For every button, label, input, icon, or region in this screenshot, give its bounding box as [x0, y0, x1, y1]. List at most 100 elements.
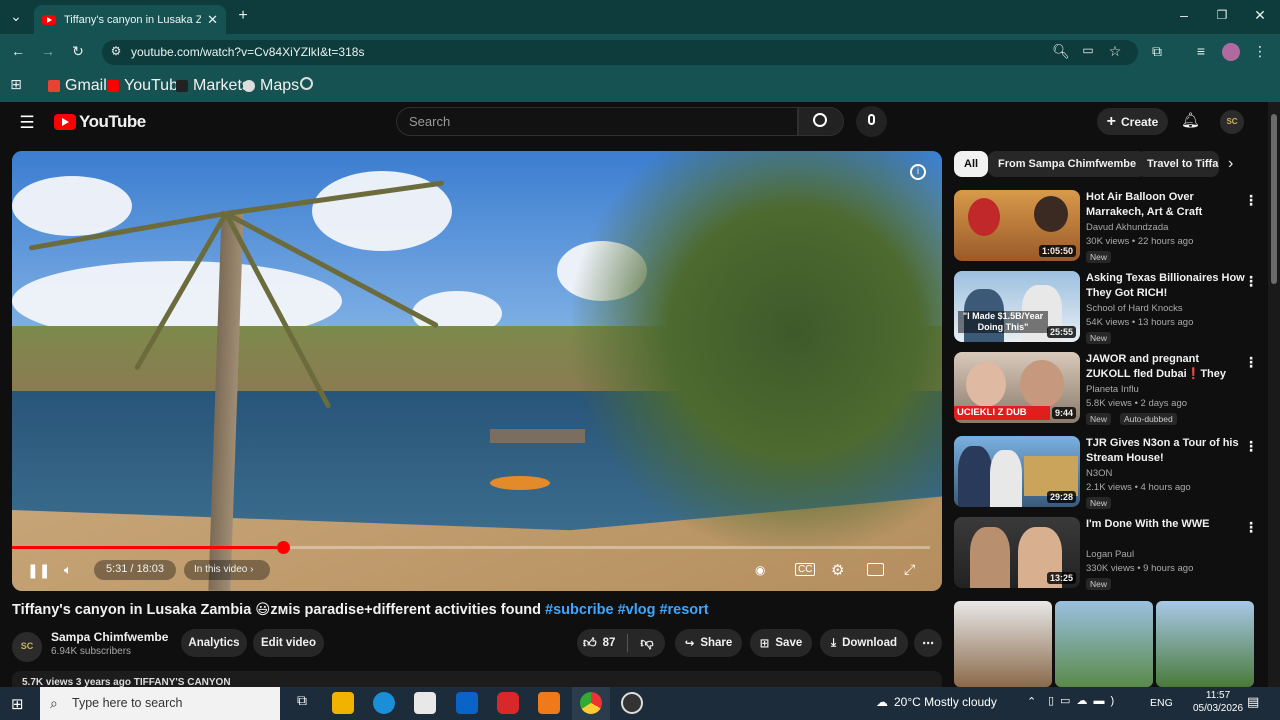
media-icon[interactable]: ≡	[1191, 43, 1211, 59]
video-thumbnail[interactable]: "I Made $1.5B/Year Doing This" 25:55	[954, 271, 1080, 342]
shorts-thumbnail[interactable]	[1055, 601, 1153, 687]
rec-channel[interactable]: School of Hard Knocks	[1086, 303, 1183, 314]
video-thumbnail[interactable]: 1:05:50	[954, 190, 1080, 261]
theater-mode-icon[interactable]	[867, 563, 884, 576]
vlc-icon[interactable]	[538, 692, 560, 714]
maximize-icon[interactable]: ❐	[1212, 8, 1232, 22]
menu-dots-icon[interactable]: ⋮	[1250, 43, 1270, 60]
rec-channel[interactable]: N3ON	[1086, 468, 1112, 479]
create-button[interactable]: + Create	[1097, 108, 1168, 135]
bookmark-star-icon[interactable]: ☆	[1105, 43, 1125, 60]
video-thumbnail[interactable]: 13:25	[954, 517, 1080, 588]
back-icon[interactable]: ←	[8, 43, 28, 59]
edit-video-button[interactable]: Edit video	[253, 629, 324, 657]
rec-menu-icon[interactable]: ⋮	[1244, 273, 1258, 290]
like-icon[interactable]: 👍︎	[583, 635, 597, 651]
recommendation-item[interactable]: 29:28 TJR Gives N3on a Tour of his Strea…	[954, 436, 1258, 512]
page-scrollbar[interactable]	[1268, 102, 1280, 687]
globe-icon[interactable]	[300, 77, 313, 90]
scrollbar-thumb[interactable]	[1271, 114, 1277, 284]
video-thumbnail[interactable]: UCIEKLI Z DUB 9:44	[954, 352, 1080, 423]
fullscreen-icon[interactable]: ⤢	[904, 561, 915, 578]
taskbar-search-input[interactable]: Type here to search	[40, 687, 280, 720]
rec-title[interactable]: TJR Gives N3on a Tour of his Stream Hous…	[1086, 436, 1246, 466]
task-view-icon[interactable]: ⧉	[291, 692, 313, 714]
video-thumbnail[interactable]: 29:28	[954, 436, 1080, 507]
bookmark-markets[interactable]: Markets	[176, 77, 250, 95]
rec-menu-icon[interactable]: ⋮	[1244, 354, 1258, 371]
hamburger-menu-icon[interactable]: ☰	[17, 113, 37, 133]
like-count[interactable]: 87	[603, 637, 616, 649]
save-button[interactable]: ⊞ Save	[750, 629, 812, 657]
minimize-icon[interactable]: –	[1174, 7, 1194, 23]
progress-scrubber[interactable]	[277, 541, 290, 554]
pause-icon[interactable]: ❚❚	[27, 562, 50, 579]
chips-next-icon[interactable]: ›	[1228, 155, 1233, 173]
rec-channel[interactable]: Planeta Influ	[1086, 384, 1139, 395]
windows-start-icon[interactable]: ⊞	[11, 695, 24, 713]
recommendation-item[interactable]: UCIEKLI Z DUB 9:44 JAWOR and pregnant ZU…	[954, 352, 1258, 428]
extensions-icon[interactable]: ⧉	[1147, 43, 1167, 60]
shorts-thumbnail[interactable]	[954, 601, 1052, 687]
dislike-icon[interactable]: 👎︎	[640, 635, 653, 651]
notification-center-icon[interactable]: ▤	[1247, 694, 1259, 710]
video-player[interactable]: i	[12, 151, 942, 591]
outlook-icon[interactable]	[456, 692, 478, 714]
site-info-icon[interactable]: ⚙	[106, 44, 126, 58]
settings-gear-icon[interactable]: ⚙	[831, 561, 844, 579]
apps-grid-icon[interactable]: ⊞	[6, 76, 26, 93]
wps-icon[interactable]	[497, 692, 519, 714]
channel-name[interactable]: Sampa Chimfwembe	[51, 630, 168, 644]
recommendation-item[interactable]: "I Made $1.5B/Year Doing This" 25:55 Ask…	[954, 271, 1258, 347]
rec-title[interactable]: JAWOR and pregnant ZUKOLL fled Dubai❗The…	[1086, 352, 1246, 382]
video-hashtags[interactable]: #subcribe #vlog #resort	[545, 602, 709, 618]
chapter-button[interactable]: In this video ›	[184, 560, 270, 580]
rec-menu-icon[interactable]: ⋮	[1244, 519, 1258, 536]
tray-icons[interactable]: ▯▭☁▬)	[1048, 694, 1120, 707]
bookmark-gmail[interactable]: Gmail	[48, 77, 107, 95]
forward-icon[interactable]: →	[38, 43, 58, 59]
rec-title[interactable]: Hot Air Balloon Over Marrakech, Art & Cr…	[1086, 190, 1246, 220]
description-box[interactable]: 5.7K views 3 years ago TIFFANY'S CANYON	[12, 671, 942, 687]
download-button[interactable]: ⤓ Download	[820, 629, 908, 657]
browser-tab[interactable]: Tiffany's canyon in Lusaka Zamb ✕	[34, 5, 226, 34]
rec-menu-icon[interactable]: ⋮	[1244, 192, 1258, 209]
chip-travel[interactable]: Travel to Tiffa	[1137, 151, 1219, 177]
bookmark-youtube[interactable]: YouTube	[107, 77, 187, 95]
recommendation-item[interactable]: 1:05:50 Hot Air Balloon Over Marrakech, …	[954, 190, 1258, 266]
window-close-icon[interactable]: ✕	[1250, 7, 1270, 24]
profile-avatar[interactable]	[1222, 43, 1240, 61]
analytics-button[interactable]: Analytics	[181, 629, 247, 657]
more-actions-button[interactable]: ⋯	[914, 629, 942, 657]
reload-icon[interactable]: ↻	[68, 43, 88, 60]
youtube-logo[interactable]: YouTube	[54, 112, 146, 132]
search-input[interactable]: Search	[396, 107, 798, 136]
volume-icon[interactable]: 🔈︎	[64, 562, 72, 578]
subtitles-icon[interactable]: CC	[795, 563, 816, 576]
weather-widget[interactable]: ☁ 20°C Mostly cloudy	[876, 695, 997, 709]
autoplay-toggle-icon[interactable]: ◉	[755, 563, 765, 577]
info-icon[interactable]: i	[910, 164, 926, 180]
zoom-icon[interactable]: 🔍︎	[1051, 43, 1071, 60]
chip-all[interactable]: All	[954, 151, 989, 177]
cast-icon[interactable]: ▭	[1078, 43, 1098, 57]
rec-channel[interactable]: Logan Paul	[1086, 549, 1134, 560]
channel-avatar[interactable]: SC	[12, 632, 42, 662]
voice-search-button[interactable]	[856, 106, 887, 137]
recommendation-item[interactable]: 13:25 I'm Done With the WWE Logan Paul 3…	[954, 517, 1258, 593]
rec-menu-icon[interactable]: ⋮	[1244, 438, 1258, 455]
tray-chevron-icon[interactable]: ⌃	[1027, 695, 1036, 708]
language-indicator[interactable]: ENG	[1150, 697, 1173, 709]
shorts-thumbnail[interactable]	[1156, 601, 1254, 687]
bookmark-maps[interactable]: Maps	[243, 77, 299, 95]
rec-title[interactable]: I'm Done With the WWE	[1086, 517, 1246, 532]
chip-from-channel[interactable]: From Sampa Chimfwembe	[988, 151, 1147, 177]
chrome-icon[interactable]	[580, 692, 602, 714]
share-button[interactable]: ↪ Share	[675, 629, 742, 657]
url-text[interactable]: youtube.com/watch?v=Cv84XiYZlkI&t=318s	[131, 45, 364, 59]
new-tab-icon[interactable]: +	[233, 7, 253, 25]
search-button[interactable]	[798, 107, 844, 136]
tab-search-icon[interactable]: ⌄	[6, 8, 26, 25]
store-icon[interactable]	[414, 692, 436, 714]
account-avatar[interactable]: SC	[1220, 110, 1244, 134]
